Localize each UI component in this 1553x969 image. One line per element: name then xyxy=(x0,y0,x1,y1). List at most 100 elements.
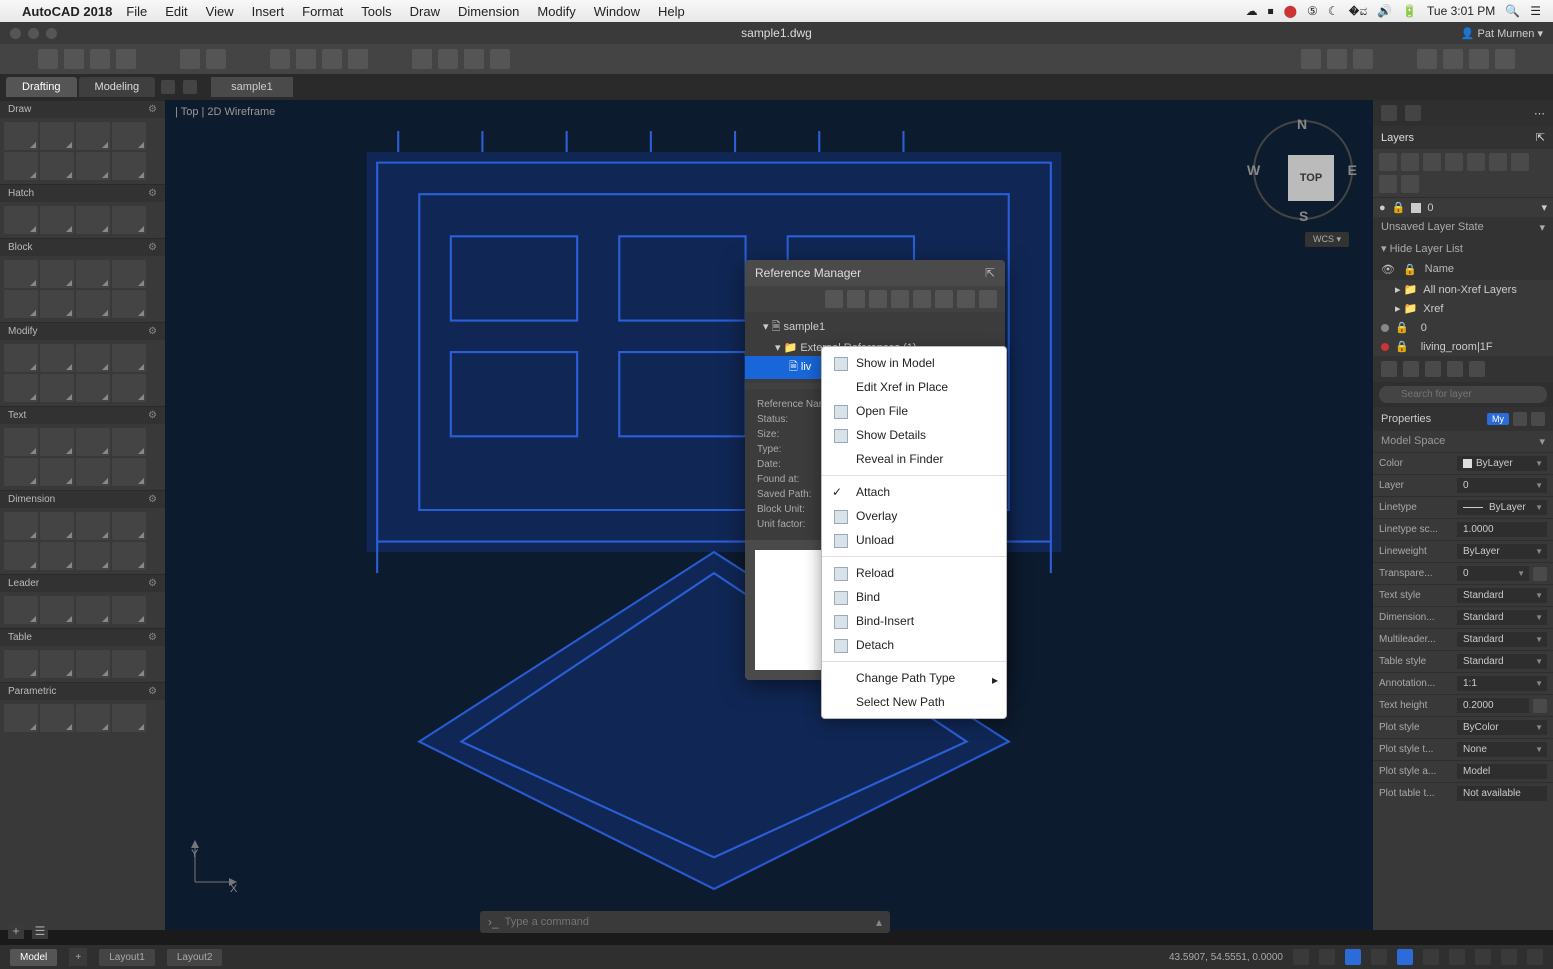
ctx-edit-xref-in-place[interactable]: Edit Xref in Place xyxy=(822,375,1006,399)
tab-layout2[interactable]: Layout2 xyxy=(167,949,223,966)
new-icon[interactable] xyxy=(38,49,58,69)
sect-dimension[interactable]: Dimension⚙ xyxy=(0,491,165,508)
gear-icon[interactable]: ⚙ xyxy=(148,578,157,589)
t4-tool[interactable] xyxy=(112,428,146,456)
plot-icon[interactable] xyxy=(296,49,316,69)
boundary-tool[interactable] xyxy=(76,206,110,234)
ctx-detach[interactable]: Detach xyxy=(822,633,1006,657)
attach-icon[interactable] xyxy=(825,290,843,308)
prop-plot-style[interactable]: Plot styleByColor▼ xyxy=(1373,716,1553,738)
s9[interactable] xyxy=(1501,949,1517,965)
lyr-t6[interactable] xyxy=(1489,153,1507,171)
pp1-icon[interactable] xyxy=(1513,412,1527,426)
point-tool[interactable] xyxy=(112,152,146,180)
sect-draw[interactable]: Draw⚙ xyxy=(0,101,165,118)
xref-icon[interactable] xyxy=(464,49,484,69)
sync-icon[interactable] xyxy=(1469,49,1489,69)
orbit-icon[interactable] xyxy=(1353,49,1373,69)
l4-tool[interactable] xyxy=(112,596,146,624)
block-icon[interactable] xyxy=(438,49,458,69)
layer-row[interactable]: 🔒0 xyxy=(1373,318,1553,337)
p4-tool[interactable] xyxy=(112,704,146,732)
minimize-dot[interactable] xyxy=(28,28,39,39)
space-label[interactable]: Model Space▾ xyxy=(1373,431,1553,452)
region-tool[interactable] xyxy=(112,206,146,234)
gear-icon[interactable]: ⚙ xyxy=(148,410,157,421)
d5-tool[interactable] xyxy=(4,542,38,570)
refresh-icon[interactable] xyxy=(847,290,865,308)
volume-icon[interactable]: 🔊 xyxy=(1377,4,1392,18)
ctx-show-details[interactable]: Show Details xyxy=(822,423,1006,447)
layer-row[interactable]: ▸ 📁 All non-Xref Layers xyxy=(1373,280,1553,299)
l2-3[interactable] xyxy=(1425,361,1441,377)
dnd-icon[interactable]: ☾ xyxy=(1328,4,1339,18)
radius-tool[interactable] xyxy=(112,512,146,540)
menu-insert[interactable]: Insert xyxy=(252,4,285,19)
circle-tool[interactable] xyxy=(76,122,110,150)
attdef-tool[interactable] xyxy=(112,260,146,288)
wcs-badge[interactable]: WCS ▾ xyxy=(1305,232,1349,247)
ctx-bind-insert[interactable]: Bind-Insert xyxy=(822,609,1006,633)
b6-tool[interactable] xyxy=(40,290,74,318)
rotate-tool[interactable] xyxy=(76,344,110,372)
s2[interactable] xyxy=(1319,949,1335,965)
create-tool[interactable] xyxy=(40,260,74,288)
array-tool[interactable] xyxy=(112,374,146,402)
prop-annotation-[interactable]: Annotation...1:1▼ xyxy=(1373,672,1553,694)
viewcube[interactable]: TOP N E S W xyxy=(1253,120,1353,220)
history-icon[interactable]: ▴ xyxy=(876,915,882,929)
wifi-icon[interactable]: �ವ xyxy=(1349,4,1368,19)
edit-tool[interactable] xyxy=(76,260,110,288)
rectangle-tool[interactable] xyxy=(112,122,146,150)
redo-icon[interactable] xyxy=(206,49,226,69)
gradient-tool[interactable] xyxy=(40,206,74,234)
prop-plot-style-a-[interactable]: Plot style a...Model xyxy=(1373,760,1553,782)
l2-5[interactable] xyxy=(1469,361,1485,377)
leader-tool[interactable] xyxy=(4,596,38,624)
info-icon[interactable] xyxy=(979,290,997,308)
d8-tool[interactable] xyxy=(112,542,146,570)
print-icon[interactable] xyxy=(270,49,290,69)
zoom-icon[interactable] xyxy=(1301,49,1321,69)
gear-icon[interactable]: ⚙ xyxy=(148,242,157,253)
user-label[interactable]: 👤 Pat Murnen ▾ xyxy=(1461,27,1543,40)
spotlight-icon[interactable]: 🔍 xyxy=(1505,4,1520,18)
s1[interactable] xyxy=(1293,949,1309,965)
s5[interactable] xyxy=(1397,949,1413,965)
t6-tool[interactable] xyxy=(40,458,74,486)
prop-plot-table-t-[interactable]: Plot table t...Not available xyxy=(1373,782,1553,804)
command-input[interactable] xyxy=(505,916,876,928)
menu-window[interactable]: Window xyxy=(594,4,640,19)
list-icon[interactable] xyxy=(935,290,953,308)
lyr-t4[interactable] xyxy=(1445,153,1463,171)
pp2-icon[interactable] xyxy=(1531,412,1545,426)
move-tool[interactable] xyxy=(4,344,38,372)
prop-plot-style-t-[interactable]: Plot style t...None▼ xyxy=(1373,738,1553,760)
add-palette[interactable]: + xyxy=(8,923,24,939)
l2-2[interactable] xyxy=(1403,361,1419,377)
prop-color[interactable]: ColorByLayer▼ xyxy=(1373,452,1553,474)
command-line[interactable]: ›_ ▴ xyxy=(480,911,890,933)
line-tool[interactable] xyxy=(4,122,38,150)
layer-row[interactable]: 🔒living_room|1F xyxy=(1373,337,1553,356)
lyr-t9[interactable] xyxy=(1401,175,1419,193)
lyr-t5[interactable] xyxy=(1467,153,1485,171)
ctx-change-path-type[interactable]: Change Path Type▸ xyxy=(822,666,1006,690)
prop-icon[interactable] xyxy=(490,49,510,69)
hide-layer-list[interactable]: ▾ Hide Layer List xyxy=(1373,238,1553,259)
b7-tool[interactable] xyxy=(76,290,110,318)
gear-icon[interactable]: ⚙ xyxy=(148,494,157,505)
p2-tool[interactable] xyxy=(40,704,74,732)
file-icon[interactable] xyxy=(869,290,887,308)
t7-tool[interactable] xyxy=(76,458,110,486)
ctx-reveal-in-finder[interactable]: Reveal in Finder xyxy=(822,447,1006,471)
menu-file[interactable]: File xyxy=(126,4,147,19)
gear-icon[interactable]: ⚙ xyxy=(148,632,157,643)
menu-format[interactable]: Format xyxy=(302,4,343,19)
polyline-tool[interactable] xyxy=(40,122,74,150)
folder-icon[interactable] xyxy=(891,290,909,308)
menu-edit[interactable]: Edit xyxy=(165,4,187,19)
mirror-tool[interactable] xyxy=(4,374,38,402)
copy-icon[interactable] xyxy=(322,49,342,69)
gear-icon[interactable]: ⚙ xyxy=(148,326,157,337)
